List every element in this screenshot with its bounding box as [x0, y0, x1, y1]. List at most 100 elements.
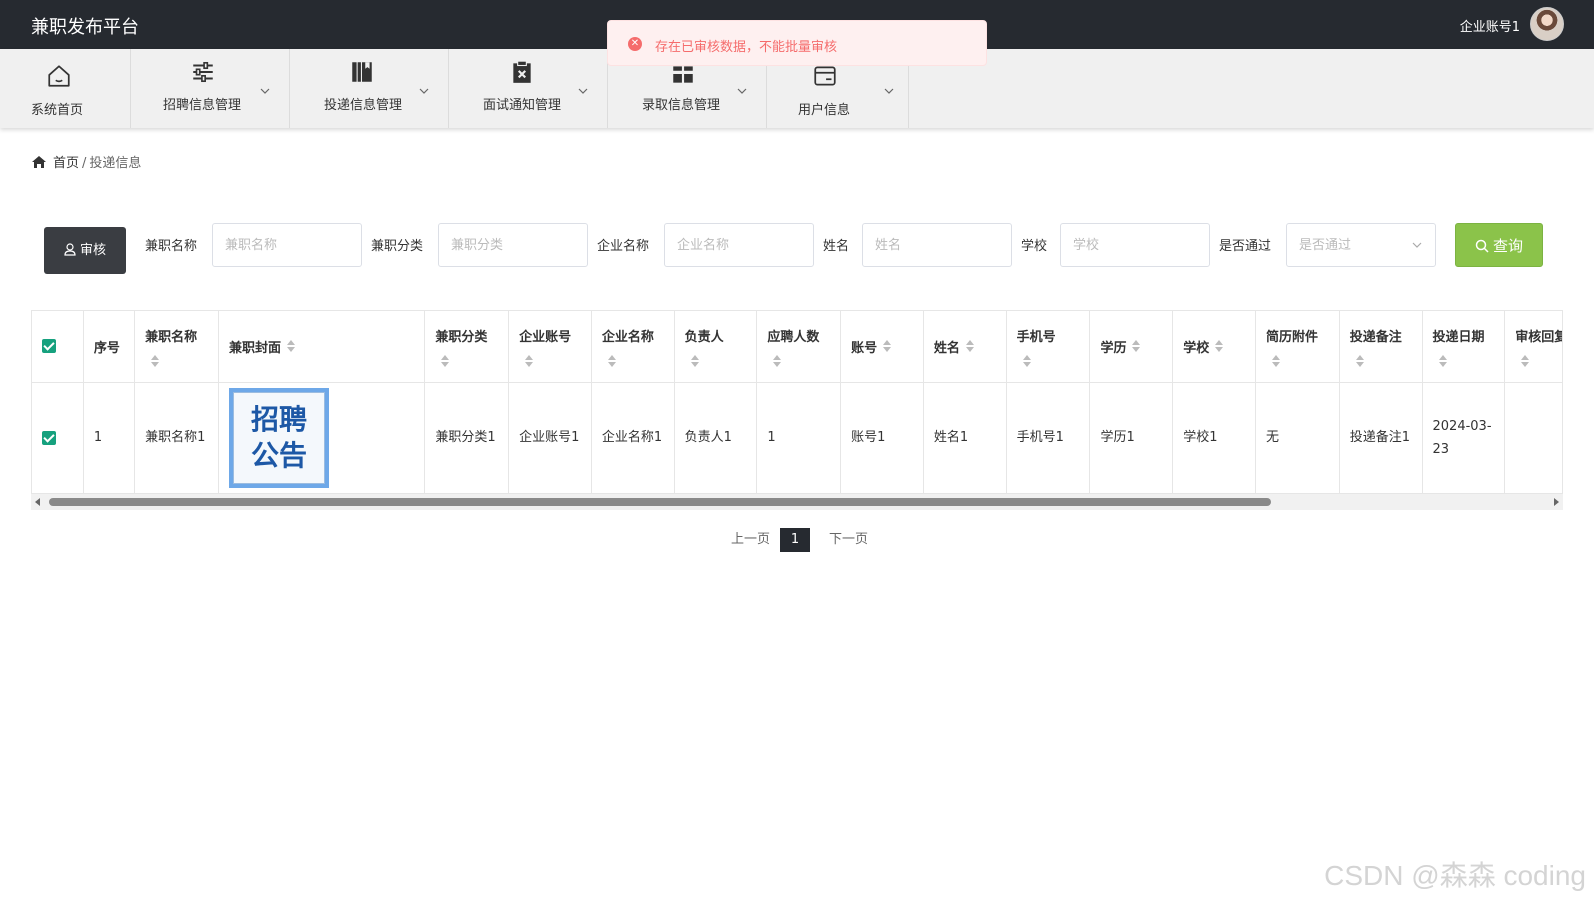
sort-icon[interactable] [525, 354, 534, 367]
audit-label: 审核 [79, 243, 106, 258]
user-name[interactable]: 企业账号1 [1460, 16, 1520, 35]
cell-school: 学校1 [1172, 382, 1256, 494]
column-header[interactable]: 姓名 [923, 311, 1007, 383]
filter-label-passed: 是否通过 [1219, 239, 1272, 254]
cell-manager: 负责人1 [674, 382, 758, 494]
breadcrumb: 首页 / 投递信息 [31, 152, 141, 171]
filter-label-school: 学校 [1021, 239, 1048, 254]
sort-icon[interactable] [1521, 354, 1530, 367]
cell-education: 学历1 [1089, 382, 1174, 494]
select-all-cell[interactable] [32, 311, 84, 383]
scroll-left-arrow-icon[interactable] [35, 498, 40, 506]
chevron-down-icon [1412, 242, 1422, 248]
chevron-down-icon [884, 88, 894, 94]
cell-reply [1504, 382, 1562, 494]
next-page-button[interactable]: 下一页 [829, 528, 868, 547]
cover-text: 公告 [250, 438, 307, 472]
cell-date: 2024-03-23 [1422, 382, 1506, 494]
nav-item-recruit[interactable]: 招聘信息管理 [131, 49, 290, 128]
clipboard-x-icon [513, 60, 531, 83]
chevron-down-icon [737, 88, 747, 94]
audit-button[interactable]: 审核 [44, 227, 126, 274]
sort-icon[interactable] [151, 354, 160, 367]
sort-icon[interactable] [1215, 340, 1224, 353]
column-header[interactable]: 企业账号 [508, 311, 592, 383]
column-header[interactable]: 兼职封面 [218, 311, 426, 383]
sort-icon[interactable] [1022, 354, 1031, 367]
breadcrumb-home[interactable]: 首页 [53, 156, 79, 171]
chevron-down-icon [419, 88, 429, 94]
company-name-input[interactable] [664, 223, 814, 267]
app-title: 兼职发布平台 [31, 17, 139, 38]
sort-icon[interactable] [607, 354, 616, 367]
job-cover-image[interactable]: 招聘 公告 [228, 387, 329, 488]
column-header[interactable]: 企业名称 [591, 311, 675, 383]
column-header[interactable]: 手机号 [1006, 311, 1091, 383]
cell-company-name: 企业名称1 [591, 382, 675, 494]
nav-item-delivery[interactable]: 投递信息管理 [290, 49, 449, 128]
sort-icon[interactable] [690, 354, 699, 367]
column-header[interactable]: 投递备注 [1339, 311, 1423, 383]
home-icon [48, 65, 70, 87]
breadcrumb-separator: / [82, 156, 87, 171]
row-select-cell[interactable] [32, 382, 84, 494]
nav-label: 系统首页 [31, 103, 84, 118]
sort-icon[interactable] [773, 354, 782, 367]
toast-message: 存在已审核数据，不能批量审核 [655, 40, 838, 55]
job-name-input[interactable] [212, 223, 362, 267]
scrollbar-thumb[interactable] [49, 498, 1271, 506]
data-table: 序号 兼职名称 兼职封面 兼职分类 企业账号 企业名称 负责人 应聘人数 账号 … [31, 310, 1563, 510]
sort-icon[interactable] [286, 340, 295, 353]
prev-page-button[interactable]: 上一页 [731, 528, 770, 547]
nav-label: 面试通知管理 [483, 98, 562, 113]
category-input[interactable] [438, 223, 588, 267]
name-input[interactable] [862, 223, 1012, 267]
nav-label: 招聘信息管理 [163, 98, 242, 113]
column-header[interactable]: 学历 [1089, 311, 1174, 383]
column-header[interactable]: 学校 [1172, 311, 1256, 383]
current-page[interactable]: 1 [780, 528, 810, 552]
column-header[interactable]: 投递日期 [1422, 311, 1506, 383]
query-button[interactable]: 查询 [1455, 223, 1543, 267]
school-input[interactable] [1060, 223, 1210, 267]
chevron-down-icon [260, 88, 270, 94]
sort-icon[interactable] [965, 340, 974, 353]
horizontal-scrollbar[interactable] [31, 493, 1563, 510]
search-icon [1475, 239, 1489, 253]
column-header: 序号 [83, 311, 136, 383]
sort-icon[interactable] [1132, 340, 1141, 353]
home-icon [32, 156, 46, 168]
scroll-right-arrow-icon[interactable] [1554, 498, 1559, 506]
chevron-down-icon [578, 88, 588, 94]
nav-item-home[interactable]: 系统首页 [0, 49, 131, 128]
nav-label: 录取信息管理 [642, 98, 721, 113]
column-header[interactable]: 负责人 [674, 311, 758, 383]
filter-label-job-name: 兼职名称 [145, 239, 198, 254]
error-circle-icon: ✕ [628, 37, 642, 51]
select-all-checkbox[interactable] [42, 339, 56, 354]
sort-icon[interactable] [1438, 354, 1447, 367]
column-header[interactable]: 审核回复 [1504, 311, 1562, 383]
table-header-row: 序号 兼职名称 兼职封面 兼职分类 企业账号 企业名称 负责人 应聘人数 账号 … [32, 311, 1562, 383]
card-icon [814, 66, 836, 86]
user-avatar[interactable] [1530, 7, 1564, 41]
cell-index: 1 [83, 382, 136, 494]
nav-label: 投递信息管理 [324, 98, 403, 113]
sort-icon[interactable] [441, 354, 450, 367]
sort-icon[interactable] [883, 340, 892, 353]
sort-icon[interactable] [1355, 354, 1364, 367]
column-header[interactable]: 兼职分类 [424, 311, 510, 383]
column-header[interactable]: 简历附件 [1255, 311, 1340, 383]
column-header[interactable]: 应聘人数 [756, 311, 842, 383]
watermark: CSDN @森森 coding [1324, 860, 1586, 891]
cell-company-account: 企业账号1 [508, 382, 592, 494]
filter-label-name: 姓名 [823, 239, 850, 254]
row-checkbox[interactable] [42, 430, 56, 445]
sort-icon[interactable] [1271, 354, 1280, 367]
query-label: 查询 [1492, 237, 1523, 255]
column-header[interactable]: 账号 [840, 311, 924, 383]
column-header[interactable]: 兼职名称 [134, 311, 219, 383]
books-icon [352, 62, 372, 82]
cell-account: 账号1 [840, 382, 924, 494]
nav-item-interview[interactable]: 面试通知管理 [449, 49, 608, 128]
